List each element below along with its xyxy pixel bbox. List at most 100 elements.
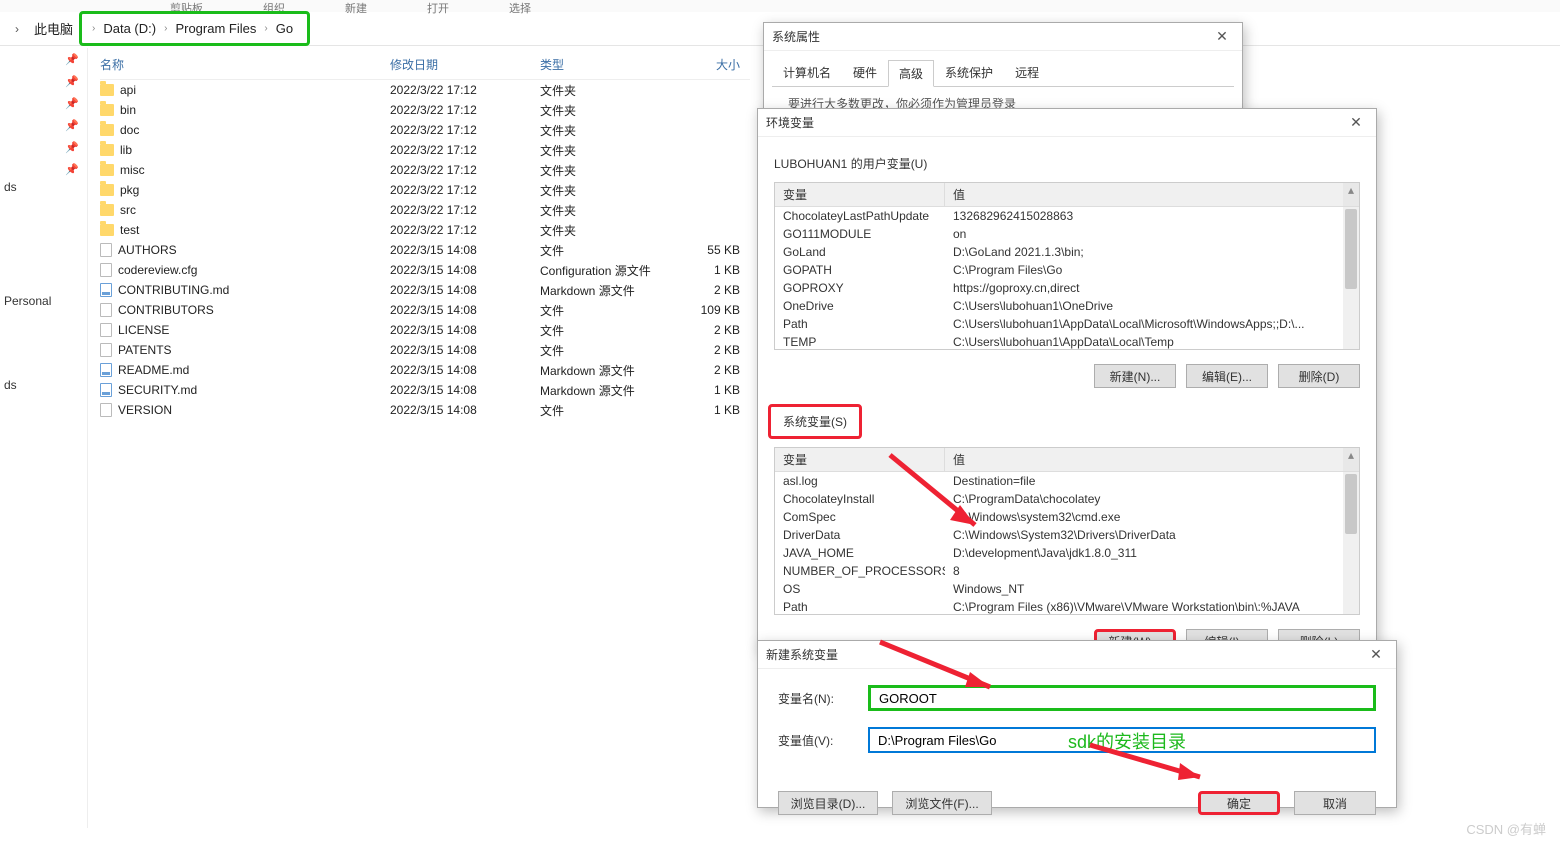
tab-硬件[interactable]: 硬件 <box>842 59 888 86</box>
pin-icon[interactable]: 📌 <box>65 53 79 66</box>
file-row[interactable]: doc 2022/3/22 17:12 文件夹 <box>100 120 750 140</box>
var-value-label: 变量值(V): <box>778 732 850 749</box>
file-row[interactable]: bin 2022/3/22 17:12 文件夹 <box>100 100 750 120</box>
file-date: 2022/3/22 17:12 <box>390 223 540 237</box>
file-icon <box>100 343 112 357</box>
env-row[interactable]: TEMPC:\Users\lubohuan1\AppData\Local\Tem… <box>775 333 1359 349</box>
col-date[interactable]: 修改日期 <box>390 56 540 73</box>
file-row[interactable]: test 2022/3/22 17:12 文件夹 <box>100 220 750 240</box>
col-variable[interactable]: 变量 <box>775 448 945 471</box>
file-row[interactable]: SECURITY.md 2022/3/15 14:08 Markdown 源文件… <box>100 380 750 400</box>
scrollbar-thumb[interactable] <box>1345 209 1357 289</box>
file-row[interactable]: PATENTS 2022/3/15 14:08 文件 2 KB <box>100 340 750 360</box>
file-row[interactable]: lib 2022/3/22 17:12 文件夹 <box>100 140 750 160</box>
env-row[interactable]: PathC:\Users\lubohuan1\AppData\Local\Mic… <box>775 315 1359 333</box>
env-var-name: DriverData <box>775 526 945 544</box>
file-row[interactable]: src 2022/3/22 17:12 文件夹 <box>100 200 750 220</box>
ribbon-item[interactable]: 新建 <box>345 0 367 12</box>
new-system-variable-dialog: 新建系统变量 ✕ 变量名(N): 变量值(V): sdk的安装目录 浏览目录(D… <box>757 640 1397 808</box>
scrollbar-thumb[interactable] <box>1345 474 1357 534</box>
pin-icon[interactable]: 📌 <box>65 119 79 132</box>
breadcrumb-item[interactable]: 此电脑 <box>28 16 79 41</box>
col-size[interactable]: 大小 <box>670 56 740 73</box>
env-row[interactable]: DriverDataC:\Windows\System32\Drivers\Dr… <box>775 526 1359 544</box>
browse-dir-button[interactable]: 浏览目录(D)... <box>778 791 878 815</box>
file-row[interactable]: codereview.cfg 2022/3/15 14:08 Configura… <box>100 260 750 280</box>
env-row[interactable]: asl.logDestination=file <box>775 472 1359 490</box>
cancel-button[interactable]: 取消 <box>1294 791 1376 815</box>
var-name-input[interactable] <box>868 685 1376 711</box>
file-list: 名称 修改日期 类型 大小 api 2022/3/22 17:12 文件夹 bi… <box>100 56 750 420</box>
file-date: 2022/3/15 14:08 <box>390 243 540 257</box>
tab-远程[interactable]: 远程 <box>1004 59 1050 86</box>
file-row[interactable]: LICENSE 2022/3/15 14:08 文件 2 KB <box>100 320 750 340</box>
pin-icon[interactable]: 📌 <box>65 163 79 176</box>
file-row[interactable]: misc 2022/3/22 17:12 文件夹 <box>100 160 750 180</box>
sidebar-label[interactable]: ds <box>0 180 87 194</box>
env-row[interactable]: ComSpecC:\Windows\system32\cmd.exe <box>775 508 1359 526</box>
env-row[interactable]: GOPROXYhttps://goproxy.cn,direct <box>775 279 1359 297</box>
file-date: 2022/3/22 17:12 <box>390 183 540 197</box>
scrollbar[interactable] <box>1343 207 1359 349</box>
file-row[interactable]: VERSION 2022/3/15 14:08 文件 1 KB <box>100 400 750 420</box>
env-row[interactable]: ChocolateyLastPathUpdate1326829624150288… <box>775 207 1359 225</box>
file-name: codereview.cfg <box>118 263 197 277</box>
file-name: VERSION <box>118 403 172 417</box>
ok-button[interactable]: 确定 <box>1198 791 1280 815</box>
env-var-value: D:\development\Java\jdk1.8.0_311 <box>945 544 1343 562</box>
env-row[interactable]: JAVA_HOMED:\development\Java\jdk1.8.0_31… <box>775 544 1359 562</box>
env-var-name: OneDrive <box>775 297 945 315</box>
pin-icon[interactable]: 📌 <box>65 141 79 154</box>
file-date: 2022/3/15 14:08 <box>390 303 540 317</box>
file-type: 文件夹 <box>540 142 670 159</box>
new-user-var-button[interactable]: 新建(N)... <box>1094 364 1176 388</box>
nav-root-icon[interactable]: › <box>6 18 28 40</box>
col-variable[interactable]: 变量 <box>775 183 945 206</box>
tab-计算机名[interactable]: 计算机名 <box>772 59 842 86</box>
col-name[interactable]: 名称 <box>100 56 390 73</box>
close-icon[interactable]: ✕ <box>1210 27 1234 47</box>
close-icon[interactable]: ✕ <box>1344 113 1368 133</box>
browse-file-button[interactable]: 浏览文件(F)... <box>892 791 992 815</box>
env-row[interactable]: OneDriveC:\Users\lubohuan1\OneDrive <box>775 297 1359 315</box>
env-row[interactable]: PathC:\Program Files (x86)\VMware\VMware… <box>775 598 1359 614</box>
col-value[interactable]: 值 <box>945 183 1343 206</box>
scrollbar[interactable] <box>1343 472 1359 614</box>
file-row[interactable]: pkg 2022/3/22 17:12 文件夹 <box>100 180 750 200</box>
file-row[interactable]: AUTHORS 2022/3/15 14:08 文件 55 KB <box>100 240 750 260</box>
file-row[interactable]: CONTRIBUTING.md 2022/3/15 14:08 Markdown… <box>100 280 750 300</box>
close-icon[interactable]: ✕ <box>1364 645 1388 665</box>
annotation-text: sdk的安装目录 <box>1068 728 1186 754</box>
sidebar-label[interactable]: ds <box>0 378 87 392</box>
sidebar-label[interactable]: Personal <box>0 294 87 308</box>
env-row[interactable]: GO111MODULEon <box>775 225 1359 243</box>
file-type: 文件 <box>540 242 670 259</box>
scroll-up-icon[interactable]: ▴ <box>1343 183 1359 206</box>
breadcrumb-item[interactable]: Program Files <box>169 18 262 39</box>
scroll-up-icon[interactable]: ▴ <box>1343 448 1359 471</box>
file-name: api <box>120 83 136 97</box>
env-row[interactable]: NUMBER_OF_PROCESSORS8 <box>775 562 1359 580</box>
pin-icon[interactable]: 📌 <box>65 75 79 88</box>
tab-系统保护[interactable]: 系统保护 <box>934 59 1004 86</box>
file-row[interactable]: README.md 2022/3/15 14:08 Markdown 源文件 2… <box>100 360 750 380</box>
ribbon-item[interactable]: 选择 <box>509 0 531 12</box>
env-row[interactable]: ChocolateyInstallC:\ProgramData\chocolat… <box>775 490 1359 508</box>
env-row[interactable]: GoLandD:\GoLand 2021.1.3\bin; <box>775 243 1359 261</box>
delete-user-var-button[interactable]: 删除(D) <box>1278 364 1360 388</box>
file-list-header[interactable]: 名称 修改日期 类型 大小 <box>100 56 750 80</box>
pin-icon[interactable]: 📌 <box>65 97 79 110</box>
edit-user-var-button[interactable]: 编辑(E)... <box>1186 364 1268 388</box>
env-row[interactable]: OSWindows_NT <box>775 580 1359 598</box>
env-var-name: JAVA_HOME <box>775 544 945 562</box>
breadcrumb-item[interactable]: Data (D:) <box>97 18 162 39</box>
breadcrumb-item[interactable]: Go <box>270 18 299 39</box>
file-name: src <box>120 203 136 217</box>
col-value[interactable]: 值 <box>945 448 1343 471</box>
col-type[interactable]: 类型 <box>540 56 670 73</box>
env-row[interactable]: GOPATHC:\Program Files\Go <box>775 261 1359 279</box>
file-row[interactable]: api 2022/3/22 17:12 文件夹 <box>100 80 750 100</box>
ribbon-item[interactable]: 打开 <box>427 0 449 12</box>
file-row[interactable]: CONTRIBUTORS 2022/3/15 14:08 文件 109 KB <box>100 300 750 320</box>
tab-高级[interactable]: 高级 <box>888 60 934 87</box>
